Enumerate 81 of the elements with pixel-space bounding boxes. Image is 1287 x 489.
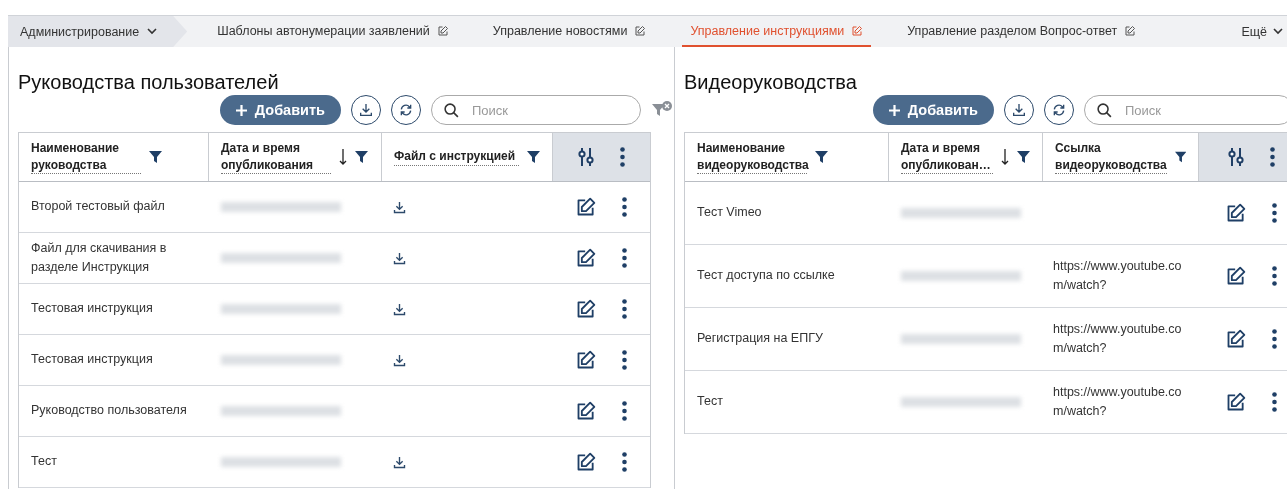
chevron-down-icon (147, 28, 158, 35)
panel-title: Руководства пользователей (18, 71, 280, 94)
edit-icon[interactable] (576, 401, 596, 421)
filter-icon[interactable] (815, 151, 828, 163)
nav-tab[interactable]: Управление инструкциями (682, 16, 872, 47)
column-title[interactable]: Наименование руководства (31, 140, 141, 174)
search-field[interactable]: Поиск (431, 95, 641, 125)
more-options-icon[interactable] (1271, 329, 1277, 349)
edit-icon (634, 24, 647, 37)
nav-tab[interactable]: Управление новостями (484, 16, 655, 47)
more-options-icon[interactable] (622, 350, 627, 370)
download-icon[interactable] (392, 199, 407, 215)
edit-icon (851, 24, 864, 37)
column-title[interactable]: Файл с инструкцией (394, 148, 519, 166)
edit-icon[interactable] (1225, 203, 1246, 223)
more-options-icon[interactable] (622, 452, 627, 472)
more-options-icon[interactable] (620, 147, 625, 167)
edit-icon[interactable] (576, 197, 596, 217)
panel-title: Видеоруководства (684, 71, 858, 94)
column-settings-icon[interactable] (578, 148, 594, 166)
more-options-icon[interactable] (622, 299, 627, 319)
column-title[interactable]: Ссылка видеоруководства (1055, 140, 1167, 174)
video-link[interactable]: https://www.youtube.com/watch? (1053, 383, 1187, 421)
search-field[interactable]: Поиск (1084, 95, 1287, 125)
edit-icon[interactable] (576, 248, 596, 268)
table-cell-text: Второй тестовый файл (31, 198, 165, 216)
table-cell-text: Тест доступа по ссылке (697, 267, 835, 285)
plus-icon (888, 104, 900, 116)
more-dropdown[interactable]: Ещё (1241, 24, 1283, 39)
edit-icon (1124, 24, 1137, 37)
sort-descending-icon[interactable] (1001, 149, 1009, 165)
filter-icon[interactable] (149, 151, 162, 163)
table-cell-text: Файл для скачивания в разделе Инструкция (31, 239, 168, 276)
refresh-icon (1051, 102, 1067, 118)
edit-icon[interactable] (1225, 392, 1246, 412)
add-button[interactable]: Добавить (872, 95, 994, 125)
filter-icon[interactable] (1174, 151, 1186, 163)
more-options-icon[interactable] (1271, 203, 1277, 223)
table-cell-text: Тест (697, 393, 723, 411)
video-link[interactable]: https://www.youtube.com/watch? (1053, 257, 1187, 295)
table-cell-text: Руководство пользователя (31, 402, 187, 420)
more-options-icon[interactable] (622, 197, 627, 217)
sort-descending-icon[interactable] (339, 149, 347, 165)
clear-filter-icon[interactable] (651, 101, 673, 119)
edit-icon[interactable] (576, 299, 596, 319)
edit-icon[interactable] (1225, 329, 1246, 349)
filter-icon[interactable] (355, 151, 368, 163)
nav-tab[interactable]: Шаблоны автонумерации заявлений (209, 16, 457, 47)
download-icon[interactable] (392, 454, 407, 470)
table-cell-text: Регистрация на ЕПГУ (697, 330, 823, 348)
video-link[interactable]: https://www.youtube.com/watch? (1053, 320, 1187, 358)
table-cell-text: Тестовая инструкция (31, 300, 153, 318)
column-title[interactable]: Дата и время опубликован… (901, 140, 993, 174)
download-icon (358, 102, 374, 118)
plus-icon (235, 104, 247, 116)
column-title[interactable]: Дата и время опубликования (221, 140, 331, 174)
more-options-icon[interactable] (1271, 392, 1277, 412)
download-icon[interactable] (392, 301, 407, 317)
download-icon[interactable] (392, 352, 407, 368)
section-dropdown[interactable]: Администрирование (8, 16, 188, 47)
more-options-icon[interactable] (622, 248, 627, 268)
chevron-down-icon (1273, 28, 1283, 35)
more-options-icon[interactable] (1269, 147, 1275, 167)
edit-icon (436, 24, 449, 37)
add-button[interactable]: Добавить (219, 95, 341, 125)
column-title[interactable]: Наименование видеоруководства (697, 140, 807, 174)
column-settings-icon[interactable] (1227, 148, 1244, 166)
filter-icon[interactable] (527, 151, 540, 163)
edit-icon[interactable] (1225, 266, 1246, 286)
download-icon (1011, 102, 1027, 118)
edit-icon[interactable] (576, 350, 596, 370)
download-icon[interactable] (392, 250, 407, 266)
edit-icon[interactable] (576, 452, 596, 472)
table-cell-text: Тестовая инструкция (31, 351, 153, 369)
table-cell-text: Тест Vimeo (697, 204, 762, 222)
nav-tab[interactable]: Управление разделом Вопрос-ответ (899, 16, 1145, 47)
table-cell-text: Тест (31, 453, 57, 471)
refresh-icon (398, 102, 414, 118)
filter-icon[interactable] (1017, 151, 1030, 163)
more-options-icon[interactable] (1271, 266, 1277, 286)
more-options-icon[interactable] (622, 401, 627, 421)
